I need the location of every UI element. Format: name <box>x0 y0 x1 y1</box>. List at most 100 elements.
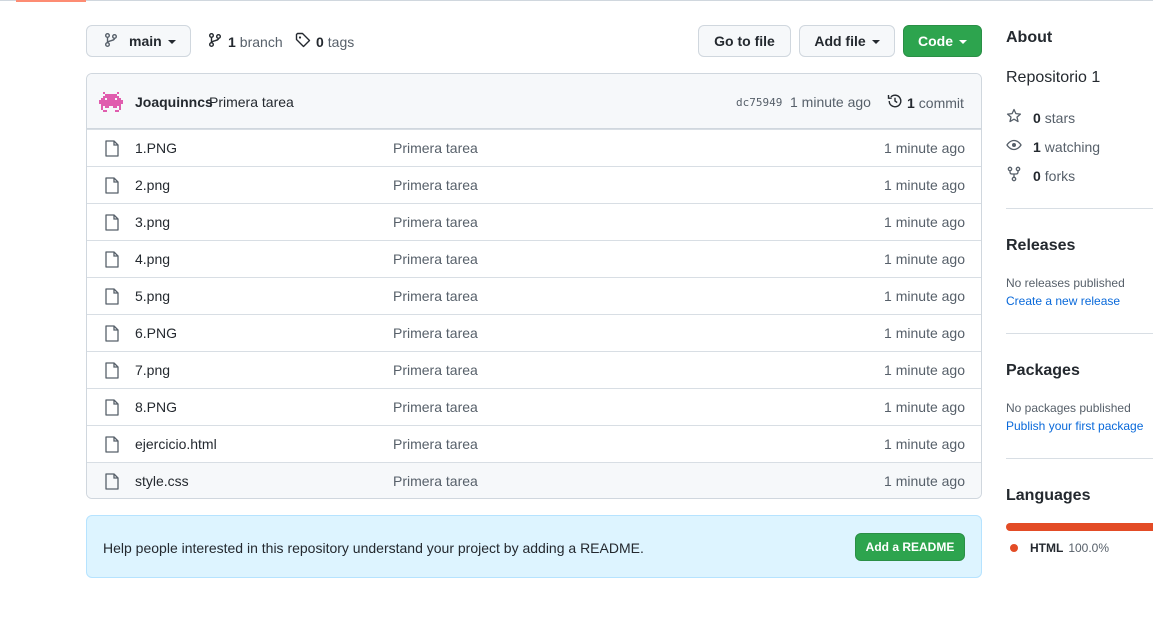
file-name-link[interactable]: 5.png <box>135 288 170 304</box>
repo-description: Repositorio 1 <box>1006 69 1101 86</box>
sidebar-divider <box>1006 458 1153 459</box>
file-commit-message-link[interactable]: Primera tarea <box>393 214 478 230</box>
file-commit-message-link[interactable]: Primera tarea <box>393 325 478 341</box>
packages-empty-text: No packages published <box>1006 401 1131 415</box>
stars-count: 0 <box>1033 109 1041 126</box>
file-name-link[interactable]: style.css <box>135 473 189 489</box>
file-name-link[interactable]: 3.png <box>135 214 170 230</box>
forks-count: 0 <box>1033 167 1041 184</box>
file-name-link[interactable]: ejercicio.html <box>135 436 217 452</box>
readme-banner-text: Help people interested in this repositor… <box>103 540 644 556</box>
branches-label: branch <box>239 33 283 50</box>
file-icon <box>105 473 119 493</box>
file-row[interactable]: 2.png Primera tarea 1 minute ago <box>87 166 981 203</box>
stars-label: stars <box>1044 109 1076 126</box>
file-row[interactable]: 7.png Primera tarea 1 minute ago <box>87 351 981 388</box>
file-row[interactable]: ejercicio.html Primera tarea 1 minute ag… <box>87 425 981 462</box>
file-row[interactable]: 4.png Primera tarea 1 minute ago <box>87 240 981 277</box>
file-row[interactable]: 5.png Primera tarea 1 minute ago <box>87 277 981 314</box>
add-file-label: Add file <box>814 33 866 49</box>
branches-link[interactable]: 1 branch <box>207 32 283 51</box>
code-button[interactable]: Code <box>903 25 982 57</box>
sidebar-divider <box>1006 208 1153 209</box>
commit-sha-link[interactable]: dc75949 <box>736 96 782 109</box>
file-name-link[interactable]: 7.png <box>135 362 170 378</box>
file-commit-message-link[interactable]: Primera tarea <box>393 251 478 267</box>
commit-history-link[interactable]: 1 commit <box>887 93 964 112</box>
file-name-link[interactable]: 4.png <box>135 251 170 267</box>
releases-heading[interactable]: Releases <box>1006 237 1075 255</box>
file-commit-message-link[interactable]: Primera tarea <box>393 399 478 415</box>
stars-link[interactable]: 0 stars <box>1006 108 1075 127</box>
packages-heading[interactable]: Packages <box>1006 362 1080 380</box>
commit-message-link[interactable]: Primera tarea <box>209 94 294 110</box>
file-row[interactable]: 8.PNG Primera tarea 1 minute ago <box>87 388 981 425</box>
file-icon <box>105 362 119 382</box>
file-name-link[interactable]: 2.png <box>135 177 170 193</box>
language-color-dot <box>1010 544 1018 552</box>
file-commit-message-link[interactable]: Primera tarea <box>393 473 478 489</box>
commit-time: 1 minute ago <box>790 94 871 110</box>
file-commit-time: 1 minute ago <box>884 362 965 378</box>
add-file-button[interactable]: Add file <box>799 25 895 57</box>
create-release-link[interactable]: Create a new release <box>1006 294 1120 308</box>
history-icon <box>887 93 903 112</box>
file-icon <box>105 214 119 234</box>
git-branch-icon <box>103 32 129 51</box>
tags-label: tags <box>327 33 355 50</box>
languages-heading: Languages <box>1006 487 1091 504</box>
file-commit-time: 1 minute ago <box>884 214 965 230</box>
readme-banner: Help people interested in this repositor… <box>86 515 982 578</box>
tags-count: 0 <box>316 33 324 50</box>
file-commit-message-link[interactable]: Primera tarea <box>393 362 478 378</box>
file-commit-message-link[interactable]: Primera tarea <box>393 436 478 452</box>
forks-label: forks <box>1044 167 1076 184</box>
file-commit-time: 1 minute ago <box>884 473 965 489</box>
language-percent: 100.0% <box>1068 541 1110 555</box>
file-commit-time: 1 minute ago <box>884 288 965 304</box>
git-branch-icon <box>207 32 223 51</box>
avatar[interactable] <box>99 90 123 114</box>
language-name: HTML <box>1030 541 1064 555</box>
file-row[interactable]: 6.PNG Primera tarea 1 minute ago <box>87 314 981 351</box>
eye-icon <box>1006 137 1033 156</box>
file-icon <box>105 325 119 345</box>
file-name-link[interactable]: 1.PNG <box>135 140 177 156</box>
about-heading: About <box>1006 29 1053 46</box>
watching-count: 1 <box>1033 138 1041 155</box>
tag-icon <box>295 32 311 51</box>
file-commit-time: 1 minute ago <box>884 251 965 267</box>
tags-link[interactable]: 0 tags <box>295 32 354 51</box>
language-html-link[interactable]: HTML 100.0% <box>1010 541 1109 555</box>
file-row[interactable]: 3.png Primera tarea 1 minute ago <box>87 203 981 240</box>
publish-package-link[interactable]: Publish your first package <box>1006 419 1143 433</box>
file-name-link[interactable]: 6.PNG <box>135 325 177 341</box>
file-name-link[interactable]: 8.PNG <box>135 399 177 415</box>
file-commit-time: 1 minute ago <box>884 436 965 452</box>
latest-commit-bar: Joaquinncs Primera tarea dc75949 1 minut… <box>87 74 981 129</box>
forks-link[interactable]: 0 forks <box>1006 166 1075 185</box>
file-icon <box>105 251 119 271</box>
file-commit-time: 1 minute ago <box>884 177 965 193</box>
add-readme-button[interactable]: Add a README <box>855 533 965 561</box>
file-row[interactable]: 1.PNG Primera tarea 1 minute ago <box>87 129 981 166</box>
file-commit-message-link[interactable]: Primera tarea <box>393 140 478 156</box>
file-commit-message-link[interactable]: Primera tarea <box>393 288 478 304</box>
file-commit-message-link[interactable]: Primera tarea <box>393 177 478 193</box>
file-icon <box>105 177 119 197</box>
file-icon <box>105 436 119 456</box>
header-divider <box>0 0 1153 1</box>
sidebar-divider <box>1006 333 1153 334</box>
commit-author-link[interactable]: Joaquinncs <box>135 94 213 110</box>
file-row[interactable]: style.css Primera tarea 1 minute ago <box>87 462 981 498</box>
go-to-file-button[interactable]: Go to file <box>698 25 791 57</box>
star-icon <box>1006 108 1033 127</box>
watchers-link[interactable]: 1 watching <box>1006 137 1100 156</box>
chevron-down-icon <box>871 40 880 44</box>
active-tab-underline <box>16 0 86 2</box>
branch-select-button[interactable]: main <box>86 25 191 57</box>
go-to-file-label: Go to file <box>714 33 775 49</box>
file-icon <box>105 140 119 160</box>
file-list: Joaquinncs Primera tarea dc75949 1 minut… <box>86 73 982 499</box>
branch-name: main <box>129 33 162 49</box>
